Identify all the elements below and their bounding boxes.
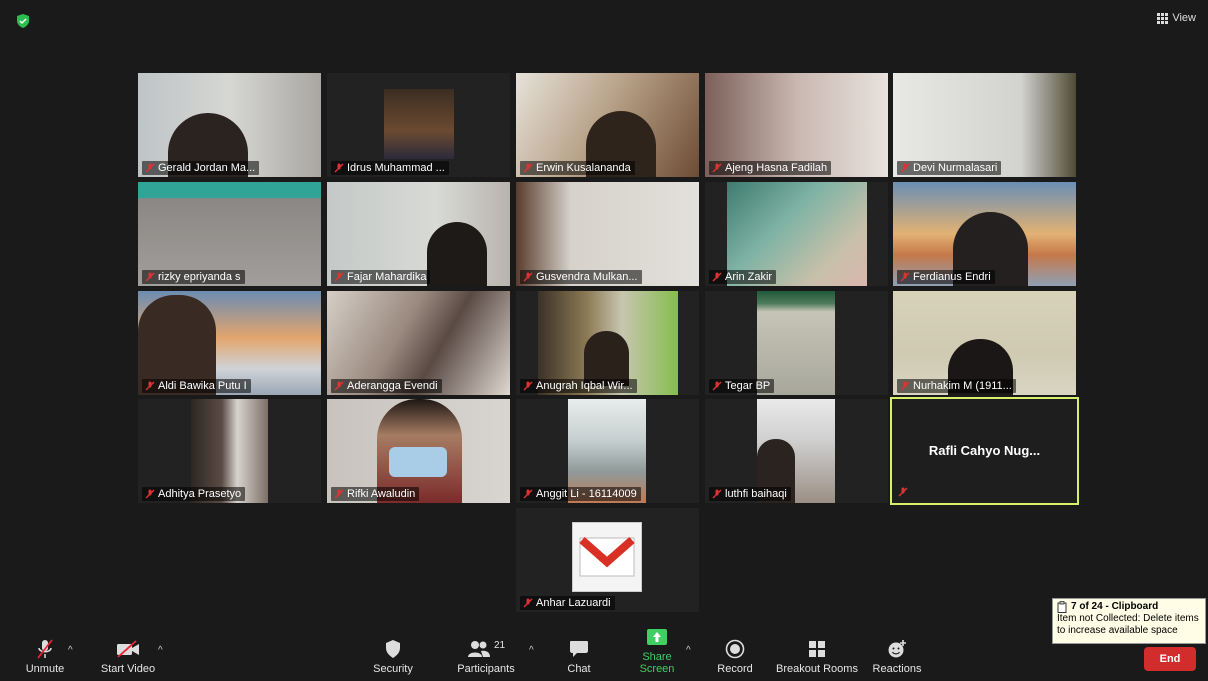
mic-muted-icon: [900, 381, 910, 391]
mic-muted-icon: [712, 163, 722, 173]
participant-tile[interactable]: Anggit Li - 16114009: [516, 399, 699, 503]
participants-count: 21: [493, 639, 506, 651]
participant-name: Anhar Lazuardi: [520, 596, 615, 610]
mic-muted-icon: [712, 381, 722, 391]
participant-name: Gerald Jordan Ma...: [142, 161, 260, 175]
mic-muted-icon: [37, 639, 53, 659]
participant-tile[interactable]: rizky epriyanda s: [138, 182, 321, 286]
participant-name: Fajar Mahardika: [331, 270, 431, 284]
participants-options-caret[interactable]: ^: [529, 645, 534, 656]
participant-tile[interactable]: Ferdianus Endri: [893, 182, 1076, 286]
gmail-icon: [579, 536, 635, 577]
mic-muted-icon: [900, 163, 910, 173]
participant-tile[interactable]: Devi Nurmalasari: [893, 73, 1076, 177]
mic-muted-icon: [145, 163, 155, 173]
participant-tile[interactable]: Adhitya Prasetyo: [138, 399, 321, 503]
mic-muted-icon: [900, 272, 910, 282]
security-button[interactable]: Security: [370, 638, 416, 675]
share-screen-icon: [647, 629, 667, 645]
participant-tile[interactable]: Ajeng Hasna Fadilah: [705, 73, 888, 177]
participant-name: Idrus Muhammad ...: [331, 161, 449, 175]
participant-name: Nurhakim M (1911...: [897, 379, 1016, 393]
participant-name: Aderangga Evendi: [331, 379, 442, 393]
video-off-icon: [117, 640, 139, 658]
participant-tile[interactable]: Nurhakim M (1911...: [893, 291, 1076, 395]
participant-name: Anugrah Iqbal Wir...: [520, 379, 637, 393]
clipboard-message: Item not Collected: Delete items to incr…: [1057, 613, 1199, 636]
participant-name: Arin Zakir: [709, 270, 777, 284]
mic-muted-icon: [523, 489, 533, 499]
shield-icon: [386, 640, 400, 658]
mic-muted-icon: [334, 489, 344, 499]
participant-tile[interactable]: Erwin Kusalananda: [516, 73, 699, 177]
participant-tile[interactable]: Aderangga Evendi: [327, 291, 510, 395]
participant-tile[interactable]: luthfi baihaqi: [705, 399, 888, 503]
participant-name: Aldi Bawika Putu I: [142, 379, 251, 393]
active-speaker-tile[interactable]: Rafli Cahyo Nug...: [890, 397, 1079, 505]
mic-muted-icon: [523, 598, 533, 608]
participant-name: Ferdianus Endri: [897, 270, 995, 284]
view-button[interactable]: View: [1157, 12, 1196, 24]
participant-name: Anggit Li - 16114009: [520, 487, 641, 501]
participant-tile[interactable]: Gusvendra Mulkan...: [516, 182, 699, 286]
participant-name: Adhitya Prasetyo: [142, 487, 246, 501]
active-speaker-name: Rafli Cahyo Nug...: [928, 443, 1041, 458]
mic-muted-icon: [145, 381, 155, 391]
participants-icon: [467, 641, 490, 657]
mic-muted-icon: [145, 272, 155, 282]
participant-tile[interactable]: Anhar Lazuardi: [516, 508, 699, 612]
start-video-button[interactable]: Start Video: [96, 638, 160, 675]
participant-tile[interactable]: Idrus Muhammad ...: [327, 73, 510, 177]
clipboard-notification: 7 of 24 - Clipboard Item not Collected: …: [1052, 598, 1206, 644]
meeting-toolbar: Unmute ^ Start Video ^ Security 21 Parti…: [0, 629, 1208, 681]
shield-icon[interactable]: [16, 14, 30, 28]
share-options-caret[interactable]: ^: [686, 645, 691, 656]
participant-tile[interactable]: Anugrah Iqbal Wir...: [516, 291, 699, 395]
view-label: View: [1172, 12, 1196, 24]
top-bar: View: [0, 0, 1208, 40]
unmute-options-caret[interactable]: ^: [68, 645, 73, 656]
record-button[interactable]: Record: [715, 638, 755, 675]
mic-muted-icon: [145, 489, 155, 499]
chat-icon: [570, 641, 588, 657]
reactions-icon: [888, 640, 906, 658]
participant-name: Ajeng Hasna Fadilah: [709, 161, 832, 175]
mic-muted-icon: [898, 487, 908, 497]
record-icon: [725, 639, 745, 659]
share-screen-button[interactable]: Share Screen: [624, 626, 690, 675]
breakout-rooms-icon: [809, 641, 825, 657]
grid-icon: [1157, 12, 1169, 24]
participant-name: rizky epriyanda s: [142, 270, 245, 284]
participant-tile[interactable]: Gerald Jordan Ma...: [138, 73, 321, 177]
clipboard-icon: [1057, 601, 1067, 613]
participant-tile[interactable]: Rifki Awaludin: [327, 399, 510, 503]
mic-muted-icon: [334, 272, 344, 282]
video-options-caret[interactable]: ^: [158, 645, 163, 656]
participant-name: luthfi baihaqi: [709, 487, 791, 501]
mic-muted-icon: [712, 489, 722, 499]
mic-muted-icon: [523, 381, 533, 391]
end-meeting-button[interactable]: End: [1144, 647, 1196, 671]
mic-muted-icon: [334, 163, 344, 173]
participant-tile[interactable]: Fajar Mahardika: [327, 182, 510, 286]
participant-tile[interactable]: Aldi Bawika Putu I: [138, 291, 321, 395]
mic-muted-icon: [523, 272, 533, 282]
participant-name: Rifki Awaludin: [331, 487, 420, 501]
participant-name: Devi Nurmalasari: [897, 161, 1002, 175]
participant-tile[interactable]: Tegar BP: [705, 291, 888, 395]
participant-name: Erwin Kusalananda: [520, 161, 635, 175]
participants-button[interactable]: 21 Participants: [454, 638, 518, 676]
participant-name: Tegar BP: [709, 379, 775, 393]
mic-muted-icon: [334, 381, 344, 391]
mic-muted-icon: [712, 272, 722, 282]
mic-muted-icon: [523, 163, 533, 173]
breakout-rooms-button[interactable]: Breakout Rooms: [776, 638, 858, 675]
chat-button[interactable]: Chat: [562, 638, 596, 675]
reactions-button[interactable]: Reactions: [872, 638, 922, 675]
participant-name: Gusvendra Mulkan...: [520, 270, 642, 284]
unmute-button[interactable]: Unmute: [22, 638, 68, 675]
participant-tile[interactable]: Arin Zakir: [705, 182, 888, 286]
